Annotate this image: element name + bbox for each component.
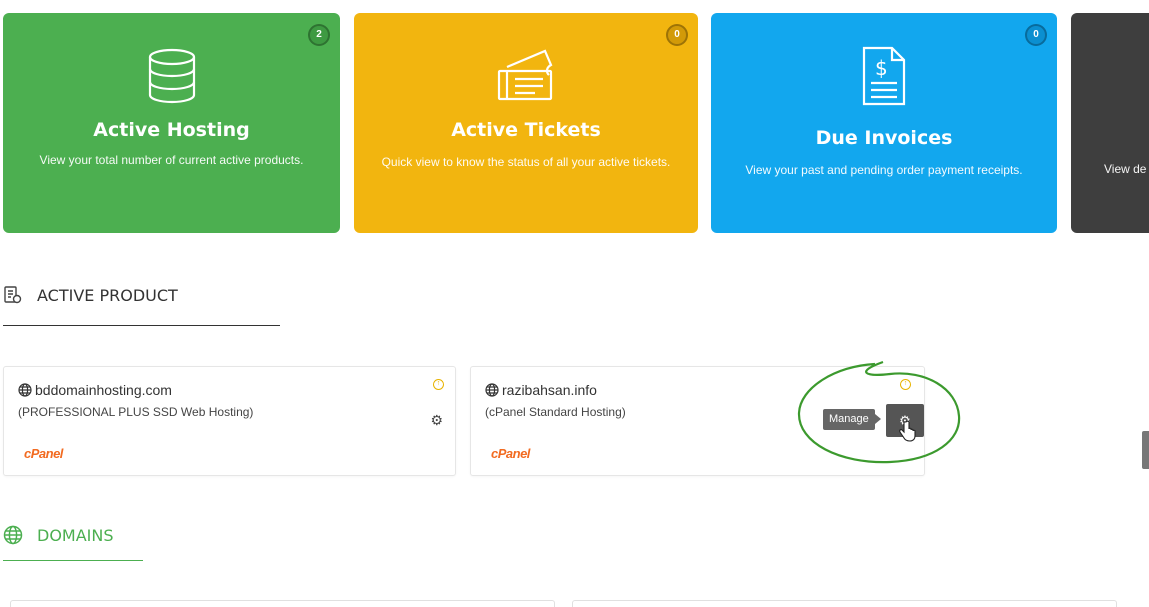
section-divider	[3, 325, 280, 326]
annotation-circle	[797, 360, 961, 464]
status-icon: ↑	[433, 379, 444, 390]
domain-card[interactable]	[572, 600, 1117, 607]
card-title: Active Hosting	[93, 119, 250, 141]
product-plan: (cPanel Standard Hosting)	[485, 405, 626, 419]
card-description: View your past and pending order payment…	[745, 163, 1023, 177]
domain-name: bddomainhosting.com	[35, 382, 172, 398]
active-product-header: ACTIVE PRODUCT	[3, 285, 178, 305]
product-domain[interactable]: bddomainhosting.com	[18, 382, 172, 398]
section-title: DOMAINS	[37, 525, 114, 545]
document-list-icon	[4, 286, 22, 304]
due-invoices-card[interactable]: 0 $ Due Invoices View your past and pend…	[711, 13, 1057, 233]
invoice-icon: $	[862, 46, 906, 106]
card-description: View de	[1104, 162, 1147, 176]
card-description: View your total number of current active…	[39, 153, 304, 167]
hand-cursor-icon	[899, 420, 916, 442]
product-plan: (PROFESSIONAL PLUS SSD Web Hosting)	[18, 405, 254, 419]
section-divider	[3, 560, 143, 561]
product-domain[interactable]: razibahsan.info	[485, 382, 597, 398]
active-hosting-card[interactable]: 2 Active Hosting View your total number …	[3, 13, 340, 233]
globe-icon	[18, 383, 32, 397]
scroll-handle[interactable]	[1142, 431, 1149, 469]
database-icon	[148, 48, 195, 104]
invoices-count-badge: 0	[1025, 24, 1047, 46]
cpanel-logo: cPanel	[24, 446, 63, 461]
section-title: ACTIVE PRODUCT	[37, 285, 178, 305]
domains-header: DOMAINS	[3, 525, 114, 545]
domain-name: razibahsan.info	[502, 382, 597, 398]
globe-icon	[3, 525, 23, 545]
cpanel-logo: cPanel	[491, 446, 530, 461]
globe-icon	[485, 383, 499, 397]
domain-card[interactable]	[10, 600, 555, 607]
card-title: Due Invoices	[815, 127, 953, 149]
tickets-count-badge: 0	[666, 24, 688, 46]
gear-icon[interactable]: ⚙	[430, 412, 443, 429]
svg-text:$: $	[875, 56, 888, 80]
domains-summary-card[interactable]: View de	[1071, 13, 1149, 233]
hosting-count-badge: 2	[308, 24, 330, 46]
product-card[interactable]: bddomainhosting.com (PROFESSIONAL PLUS S…	[3, 366, 456, 476]
card-title: Active Tickets	[451, 119, 601, 141]
ticket-icon	[497, 49, 553, 101]
active-tickets-card[interactable]: 0 Active Tickets Quick view to know the …	[354, 13, 698, 233]
card-description: Quick view to know the status of all you…	[381, 155, 671, 169]
